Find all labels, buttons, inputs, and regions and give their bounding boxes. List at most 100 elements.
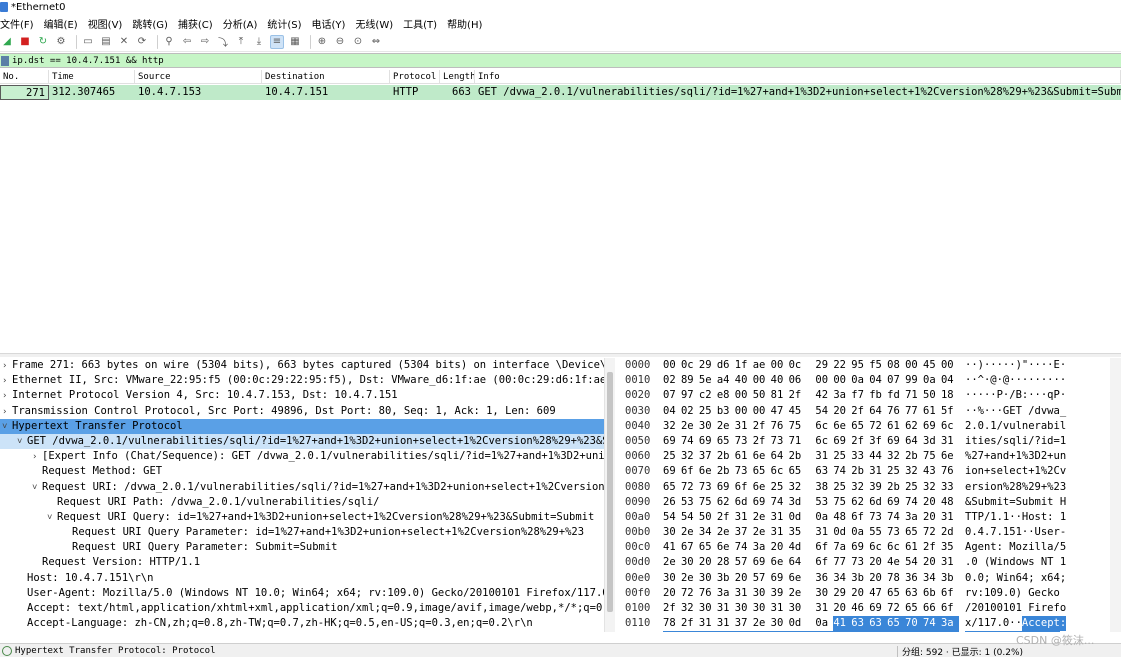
hex-byte[interactable]: 99 — [905, 373, 923, 388]
hex-byte[interactable]: 0a — [851, 373, 869, 388]
hex-row[interactable]: 0100 2f 32 30 31 30 30 31 30 31 20 46 69 72 65 66 6f/201… — [621, 601, 1121, 616]
hex-byte[interactable]: 6f — [941, 586, 959, 601]
hex-byte[interactable]: 6e — [833, 419, 851, 434]
hex-byte[interactable]: 48 — [833, 510, 851, 525]
hex-byte[interactable]: 62 — [851, 495, 869, 510]
last-icon[interactable]: ⤓ — [252, 35, 266, 49]
hex-byte[interactable]: 33 — [851, 449, 869, 464]
hex-byte[interactable]: 65 — [887, 616, 906, 632]
hex-byte[interactable]: 6c — [833, 631, 852, 632]
chevron-down-icon[interactable]: ˅ — [47, 511, 57, 525]
hex-byte[interactable]: 6c — [869, 540, 887, 555]
tree-item[interactable]: Request URI Query Parameter: id=1%27+and… — [0, 525, 614, 540]
bookmark-icon[interactable] — [1, 55, 9, 66]
hex-byte[interactable]: 3a — [833, 388, 851, 403]
stop-icon[interactable]: ■ — [18, 35, 32, 49]
hex-byte[interactable]: 75 — [789, 419, 807, 434]
hex-byte[interactable]: 54 — [905, 555, 923, 570]
hex-byte[interactable]: 20 — [833, 404, 851, 419]
hex-byte[interactable]: 63 — [851, 616, 870, 632]
menu-item[interactable]: 分析(A) — [218, 16, 263, 31]
hex-byte[interactable]: 25 — [887, 464, 905, 479]
chevron-down-icon[interactable]: ˅ — [2, 420, 12, 434]
chevron-right-icon[interactable]: › — [32, 450, 42, 464]
hex-byte[interactable]: 0a — [851, 525, 869, 540]
hex-byte[interactable]: 00 — [905, 358, 923, 373]
hex-byte[interactable]: 81 — [771, 388, 789, 403]
hex-byte[interactable]: 65 — [905, 525, 923, 540]
hex-byte[interactable]: 65 — [753, 464, 771, 479]
hex-byte[interactable]: 64 — [905, 434, 923, 449]
hex-byte[interactable]: 0a — [815, 616, 833, 631]
hex-byte[interactable]: a4 — [717, 373, 735, 388]
hex-byte[interactable]: 34 — [923, 571, 941, 586]
menu-item[interactable]: 电话(Y) — [307, 16, 351, 31]
tree-item[interactable]: Request URI Query Parameter: Submit=Subm… — [0, 540, 614, 555]
hex-byte[interactable]: 73 — [735, 434, 753, 449]
hex-byte[interactable]: 28 — [717, 555, 735, 570]
find-icon[interactable]: ⚲ — [162, 35, 176, 49]
hex-byte[interactable]: 3b — [717, 571, 735, 586]
hex-byte[interactable]: 54 — [681, 510, 699, 525]
hex-byte[interactable]: fd — [887, 388, 905, 403]
close-file-icon[interactable]: ✕ — [117, 35, 131, 49]
hex-byte[interactable]: 29 — [815, 358, 833, 373]
hex-byte[interactable]: 6c — [941, 419, 959, 434]
hex-byte[interactable]: 0d — [789, 510, 807, 525]
table-row[interactable]: 271 312.307465 10.4.7.153 10.4.7.151 HTTP 663… — [0, 85, 1121, 100]
hex-byte[interactable]: 31 — [941, 510, 959, 525]
hex-byte[interactable]: 29 — [699, 358, 717, 373]
hex-byte[interactable]: 63 — [869, 616, 888, 632]
hex-byte[interactable]: 32 — [887, 449, 905, 464]
hex-byte[interactable]: 50 — [923, 388, 941, 403]
tree-item[interactable]: Accept: text/html,application/xhtml+xml,… — [0, 601, 614, 616]
hex-byte[interactable]: 02 — [681, 404, 699, 419]
hex-byte[interactable]: 73 — [851, 555, 869, 570]
hex-byte[interactable]: 44 — [869, 449, 887, 464]
hex-byte[interactable]: 20 — [923, 555, 941, 570]
hex-byte[interactable]: 54 — [663, 510, 681, 525]
hex-byte[interactable]: 2e — [681, 525, 699, 540]
hex-byte[interactable]: 31 — [717, 616, 735, 631]
hex-byte[interactable]: 61 — [905, 540, 923, 555]
colorize-icon[interactable]: ▦ — [288, 35, 302, 49]
hex-row[interactable]: 0030 04 02 25 b3 00 00 47 45 54 20 2f 64 76 77 61 5f ··%·… — [621, 404, 1121, 419]
hex-byte[interactable]: 3f — [869, 434, 887, 449]
hex-byte[interactable]: 6f — [735, 480, 753, 495]
hex-row[interactable]: 00f0 20 72 76 3a 31 30 39 2e 30 29 20 47 65 63 6b 6f rv:… — [621, 586, 1121, 601]
hex-byte[interactable]: 69 — [923, 419, 941, 434]
hex-byte[interactable]: 2f — [851, 434, 869, 449]
hex-byte[interactable]: 2f — [753, 434, 771, 449]
autoscroll-icon[interactable]: ≡ — [270, 34, 284, 49]
hex-byte[interactable]: 54 — [815, 404, 833, 419]
hex-byte[interactable]: 74 — [923, 616, 941, 632]
hex-byte[interactable]: 2b — [887, 480, 905, 495]
hex-byte[interactable]: 6e — [789, 571, 807, 586]
hex-byte[interactable]: 0a — [815, 510, 833, 525]
hex-byte[interactable]: 57 — [735, 555, 753, 570]
hex-byte[interactable]: 0a — [923, 373, 941, 388]
hex-byte[interactable]: 32 — [923, 480, 941, 495]
hex-byte[interactable]: 74 — [905, 495, 923, 510]
hex-byte[interactable]: 40 — [771, 373, 789, 388]
column-header[interactable]: Destination — [262, 70, 390, 83]
hex-byte[interactable]: 00 — [941, 358, 959, 373]
hex-byte[interactable]: 64 — [789, 555, 807, 570]
hex-row[interactable]: 0080 65 72 73 69 6f 6e 25 32 38 25 32 39 2b 25 32 33 ersi… — [621, 480, 1121, 495]
hex-byte[interactable]: 3b — [941, 571, 959, 586]
tree-item[interactable]: Accept-Language: zh-CN,zh;q=0.8,zh-TW;q=… — [0, 616, 614, 631]
hex-byte[interactable]: 2e — [753, 525, 771, 540]
hex-byte[interactable]: 6d — [735, 495, 753, 510]
hex-byte[interactable]: 6e — [699, 464, 717, 479]
hex-row[interactable]: 0010 02 89 5e a4 40 00 40 06 00 00 0a 04 07 99 0a 04 ··^·… — [621, 373, 1121, 388]
hex-byte[interactable]: 65 — [887, 586, 905, 601]
hex-row[interactable]: 00b0 30 2e 34 2e 37 2e 31 35 31 0d 0a 55 73 65 72 2d 0.4.… — [621, 525, 1121, 540]
hex-byte[interactable]: 20 — [923, 495, 941, 510]
hex-byte[interactable]: 6f — [681, 464, 699, 479]
hex-byte[interactable]: 6f — [815, 555, 833, 570]
menu-item[interactable]: 无线(W) — [350, 16, 398, 31]
hex-byte[interactable]: 2e — [753, 616, 771, 631]
tree-item[interactable]: › Ethernet II, Src: VMware_22:95:f5 (00:0… — [0, 373, 614, 388]
hex-byte[interactable]: 0d — [833, 525, 851, 540]
hex-byte[interactable]: 53 — [815, 495, 833, 510]
